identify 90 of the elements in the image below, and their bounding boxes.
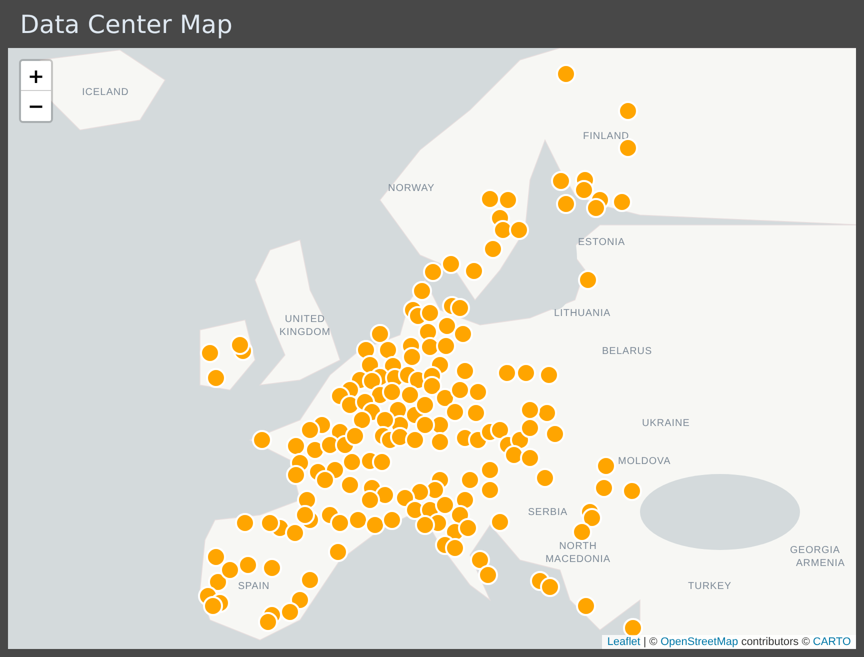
map-marker[interactable] (516, 363, 536, 383)
zoom-in-button[interactable]: + (21, 61, 51, 91)
country-label: GEORGIA (790, 544, 840, 557)
map-marker[interactable] (445, 538, 465, 558)
map-marker[interactable] (412, 281, 432, 301)
map-marker[interactable] (415, 395, 435, 415)
country-label: LITHUANIA (554, 307, 611, 320)
map-marker[interactable] (545, 424, 565, 444)
map-marker[interactable] (612, 192, 632, 212)
zoom-out-button[interactable]: − (21, 91, 51, 121)
country-label: ICELAND (82, 86, 129, 99)
map-marker[interactable] (372, 452, 392, 472)
map-marker[interactable] (466, 403, 486, 423)
map-marker[interactable] (509, 220, 529, 240)
map-marker[interactable] (262, 558, 282, 578)
map-marker[interactable] (483, 239, 503, 259)
map-marker[interactable] (230, 335, 250, 355)
map-marker[interactable] (556, 64, 576, 84)
map-marker[interactable] (578, 270, 598, 290)
attribution-text: Leaflet | © OpenStreetMap contributors © CARTO (602, 635, 856, 649)
map-marker[interactable] (423, 262, 443, 282)
map-marker[interactable] (490, 512, 510, 532)
map-marker[interactable] (285, 523, 305, 543)
map-marker[interactable] (458, 518, 478, 538)
map-marker[interactable] (540, 577, 560, 597)
map-marker[interactable] (594, 478, 614, 498)
country-label: SERBIA (528, 506, 568, 519)
map-marker[interactable] (340, 475, 360, 495)
map-marker[interactable] (596, 456, 616, 476)
map-marker[interactable] (235, 513, 255, 533)
map-marker[interactable] (556, 194, 576, 214)
map-marker[interactable] (478, 565, 498, 585)
country-label: FINLAND (583, 130, 630, 143)
map-marker[interactable] (586, 198, 606, 218)
map-marker[interactable] (480, 480, 500, 500)
country-label: BELARUS (602, 345, 652, 358)
country-label: TURKEY (688, 580, 732, 593)
map-marker[interactable] (415, 515, 435, 535)
map-marker[interactable] (464, 261, 484, 281)
country-label: NORWAY (388, 182, 435, 195)
attribution-link[interactable]: OpenStreetMap (660, 636, 738, 648)
map-marker[interactable] (200, 343, 220, 363)
map-marker[interactable] (572, 522, 592, 542)
page-title: Data Center Map (19, 8, 234, 40)
map-marker[interactable] (436, 336, 456, 356)
map-marker[interactable] (455, 361, 475, 381)
map-marker[interactable] (360, 490, 380, 510)
map-marker[interactable] (260, 513, 280, 533)
map-marker[interactable] (453, 324, 473, 344)
map-marker[interactable] (328, 542, 348, 562)
country-label: NORTH MACEDONIA (544, 540, 612, 566)
map-marker[interactable] (382, 510, 402, 530)
map-marker[interactable] (258, 612, 278, 632)
map-marker[interactable] (520, 448, 540, 468)
map-marker[interactable] (286, 465, 306, 485)
map-marker[interactable] (370, 324, 390, 344)
map-marker[interactable] (300, 420, 320, 440)
country-label: SPAIN (238, 580, 270, 593)
country-label: UNITED KINGDOM (278, 313, 332, 339)
map-marker[interactable] (430, 432, 450, 452)
map-marker[interactable] (497, 363, 517, 383)
map-marker[interactable] (420, 303, 440, 323)
map-marker[interactable] (535, 468, 555, 488)
map-marker[interactable] (551, 171, 571, 191)
map-marker[interactable] (252, 430, 272, 450)
map-marker[interactable] (498, 190, 518, 210)
map-marker[interactable] (405, 430, 425, 450)
map-marker[interactable] (295, 505, 315, 525)
map-marker[interactable] (468, 382, 488, 402)
map-marker[interactable] (480, 460, 500, 480)
map-marker[interactable] (315, 470, 335, 490)
country-label: MOLDOVA (618, 455, 671, 468)
map-marker[interactable] (520, 400, 540, 420)
country-label: UKRAINE (642, 417, 690, 430)
map-marker[interactable] (345, 426, 365, 446)
map-marker[interactable] (576, 596, 596, 616)
map-marker[interactable] (220, 560, 240, 580)
map-marker[interactable] (574, 180, 594, 200)
map-marker[interactable] (300, 570, 320, 590)
map-marker[interactable] (618, 101, 638, 121)
map-marker[interactable] (460, 470, 480, 490)
map-marker[interactable] (203, 596, 223, 616)
map-marker[interactable] (618, 138, 638, 158)
map-marker[interactable] (450, 298, 470, 318)
map-marker[interactable] (441, 254, 461, 274)
country-label: ESTONIA (578, 236, 626, 249)
attribution-link[interactable]: CARTO (812, 636, 851, 648)
map-marker[interactable] (539, 365, 559, 385)
attribution-link[interactable]: Leaflet (607, 636, 640, 648)
country-label: ARMENIA (796, 557, 846, 570)
